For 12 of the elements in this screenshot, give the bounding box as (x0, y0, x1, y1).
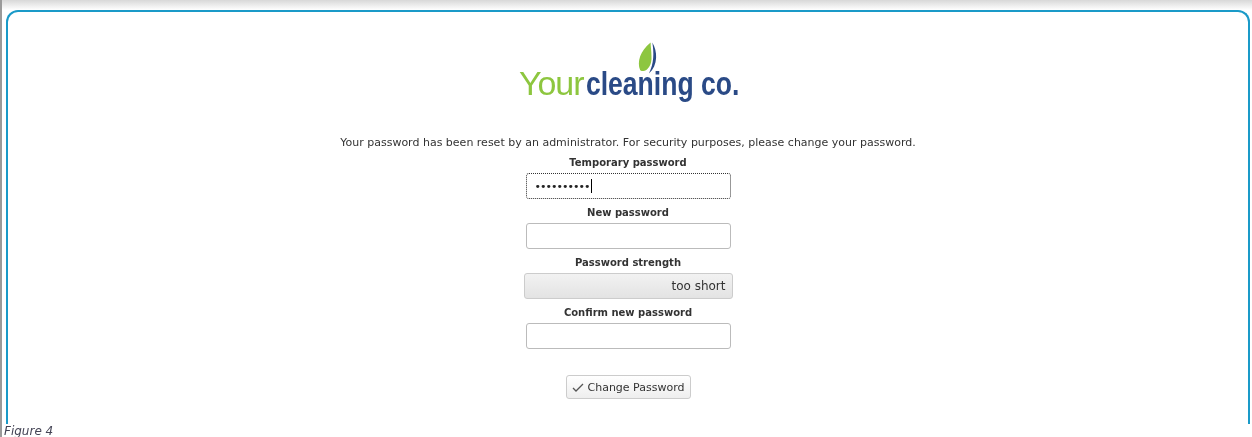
logo-text: cleaning co. (585, 64, 739, 103)
instruction-text: Your password has been reset by an administrator. For security purposes, please change your password. (340, 136, 916, 149)
logo-text: Your (518, 64, 584, 103)
change-password-button[interactable]: Change Password (565, 375, 691, 399)
strength-meter: too short (523, 273, 733, 299)
field-label: Temporary password (569, 157, 687, 168)
field-label: Confirm new password (563, 307, 693, 318)
password-field[interactable] (525, 323, 731, 349)
password-field[interactable] (525, 223, 731, 249)
field-label: New password (587, 207, 669, 218)
field-label: Password strength (575, 257, 681, 268)
check-icon (571, 382, 584, 392)
